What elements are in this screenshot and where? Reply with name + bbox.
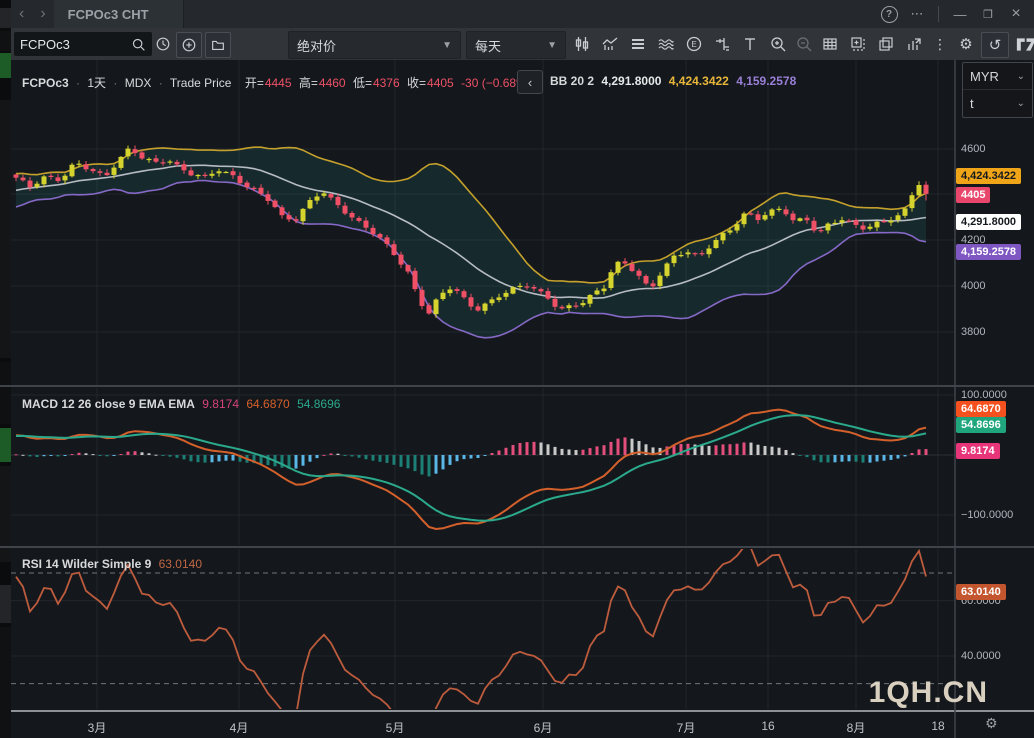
price-badge: 4,424.3422 (956, 168, 1021, 184)
unit-value: t (970, 96, 974, 111)
price-badge: 4,291.8000 (956, 214, 1021, 230)
chart-canvas[interactable] (0, 0, 1034, 738)
bb-basis: 4,291.8000 (601, 74, 661, 88)
watermark: 1QH.CN (869, 676, 988, 710)
bb-upper: 4,424.3422 (669, 74, 729, 88)
legend-collapse-button[interactable]: ‹ (517, 70, 543, 94)
legend-exchange: MDX (125, 76, 152, 90)
macd-line-value: 64.6870 (246, 397, 289, 411)
price-badge: 9.8174 (956, 443, 1000, 459)
legend-interval: 1天 (87, 76, 106, 90)
bb-legend[interactable]: BB 20 2 4,291.8000 4,424.3422 4,159.2578 (550, 74, 800, 88)
rsi-name: RSI 14 Wilder Simple 9 (22, 557, 151, 571)
rsi-value: 63.0140 (159, 557, 202, 571)
macd-hist-value: 9.8174 (202, 397, 239, 411)
chevron-down-icon: ⌄ (1017, 98, 1025, 109)
legend-symbol: FCPOc3 (22, 76, 69, 90)
rsi-legend[interactable]: RSI 14 Wilder Simple 9 63.0140 (22, 557, 206, 571)
open-value: 4445 (265, 76, 292, 90)
price-badge: 63.0140 (956, 584, 1006, 600)
scale-currency-panel: MYR ⌄ t ⌄ (962, 62, 1033, 118)
high-value: 4460 (319, 76, 346, 90)
close-value: 4405 (427, 76, 454, 90)
unit-dropdown[interactable]: t ⌄ (963, 89, 1032, 116)
trading-app-window: ‹ › FCPOc3 CHT ? ⋯ — ❐ × FCPOc3 绝对 (0, 0, 1034, 738)
macd-name: MACD 12 26 close 9 EMA EMA (22, 397, 195, 411)
main-legend[interactable]: FCPOc3 · 1天 · MDX · Trade Price 开=4445 高… (22, 74, 535, 91)
price-badge: 4405 (956, 187, 990, 203)
chevron-down-icon: ⌄ (1017, 71, 1025, 82)
axis-settings-gear-icon[interactable]: ⚙ (985, 716, 998, 732)
low-value: 4376 (373, 76, 400, 90)
bb-lower: 4,159.2578 (736, 74, 796, 88)
macd-signal-value: 54.8696 (297, 397, 340, 411)
price-badge: 64.6870 (956, 401, 1006, 417)
legend-series-type: Trade Price (170, 76, 232, 90)
bb-name: BB 20 2 (550, 74, 594, 88)
price-badge: 4,159.2578 (956, 244, 1021, 260)
macd-legend[interactable]: MACD 12 26 close 9 EMA EMA 9.8174 64.687… (22, 397, 344, 411)
currency-dropdown[interactable]: MYR ⌄ (963, 63, 1032, 89)
currency-value: MYR (970, 69, 999, 84)
price-badge: 54.8696 (956, 417, 1006, 433)
